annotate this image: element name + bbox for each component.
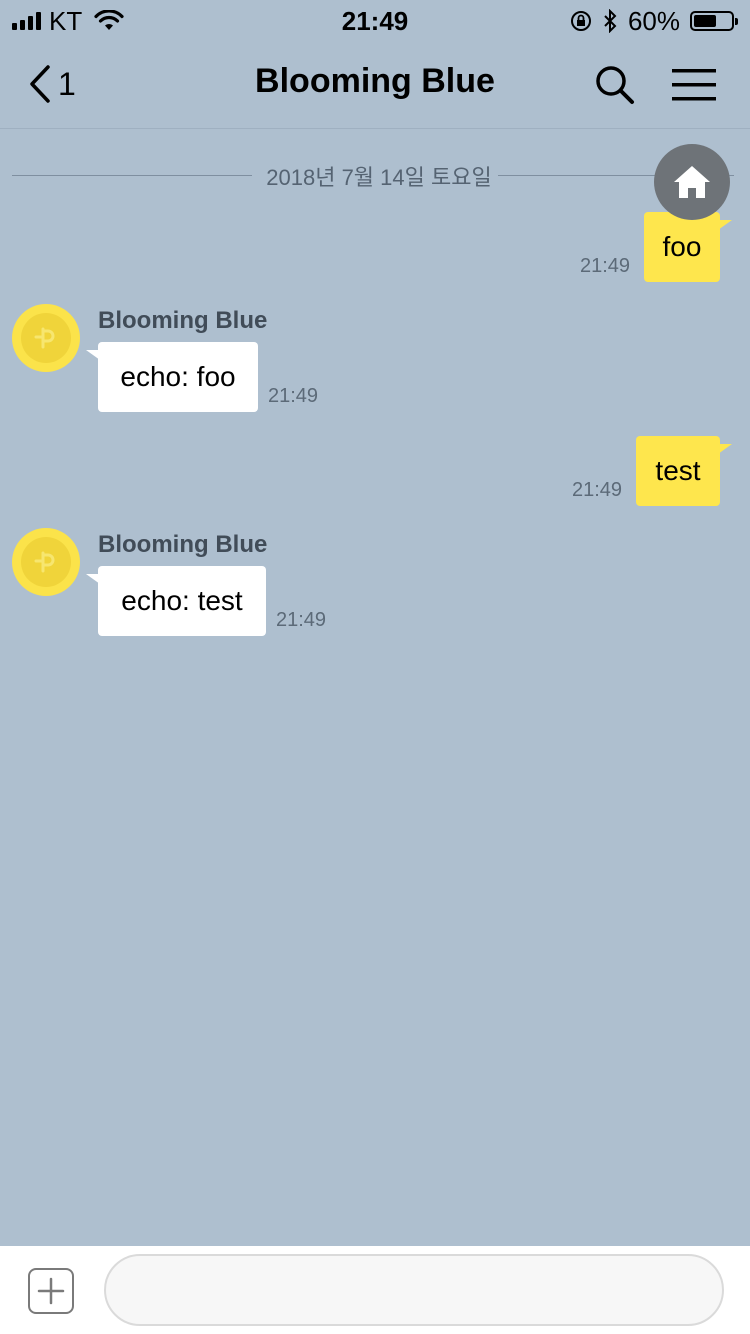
- menu-button[interactable]: [672, 68, 716, 102]
- search-button[interactable]: [594, 64, 636, 106]
- sender-name: Blooming Blue: [98, 307, 268, 334]
- bubble-tail: [718, 220, 732, 230]
- plus-icon: [37, 1277, 65, 1305]
- bot-message-bubble[interactable]: echo: foo: [86, 342, 258, 412]
- message-text: echo: test: [121, 585, 243, 616]
- sender-name: Blooming Blue: [98, 531, 268, 558]
- message-time: 21:49: [580, 255, 631, 277]
- avatar-inner: [21, 537, 71, 587]
- message-text: test: [655, 455, 701, 486]
- chat-title: Blooming Blue: [255, 62, 495, 100]
- message-text: echo: foo: [120, 361, 236, 392]
- battery-percent: 60%: [627, 5, 680, 36]
- bot-logo-icon: [34, 551, 55, 573]
- bluetooth-icon: [604, 9, 617, 33]
- search-icon: [596, 66, 634, 104]
- message-time: 21:49: [572, 479, 623, 501]
- hamburger-menu-icon: [672, 69, 716, 101]
- message-time: 21:49: [276, 609, 327, 631]
- bubble-tail: [718, 444, 732, 454]
- message-text: foo: [662, 231, 702, 262]
- home-button[interactable]: [654, 144, 730, 220]
- bubble-tail: [86, 574, 100, 584]
- status-right: 60%: [570, 5, 738, 36]
- date-divider: 2018년 7월 14일 토요일: [12, 158, 734, 190]
- date-text: 2018년 7월 14일 토요일: [266, 165, 492, 190]
- chat-header: 1 Blooming Blue: [0, 40, 750, 129]
- rotation-lock-icon: [570, 11, 591, 31]
- home-icon: [674, 166, 710, 198]
- my-message-bubble[interactable]: foo: [644, 212, 732, 282]
- avatar[interactable]: [12, 528, 80, 596]
- attach-button[interactable]: [28, 1268, 74, 1314]
- my-message-bubble[interactable]: test: [636, 436, 732, 506]
- avatar[interactable]: [12, 304, 80, 372]
- message-input-bar: [0, 1246, 750, 1334]
- bot-logo-icon: [34, 327, 55, 349]
- bubble-tail: [86, 350, 100, 360]
- status-bar: KT 21:49 60%: [0, 0, 750, 40]
- avatar-inner: [21, 313, 71, 363]
- battery-icon: [690, 11, 738, 31]
- message-time: 21:49: [268, 385, 319, 407]
- message-input[interactable]: [104, 1254, 724, 1326]
- bot-message-bubble[interactable]: echo: test: [86, 566, 266, 636]
